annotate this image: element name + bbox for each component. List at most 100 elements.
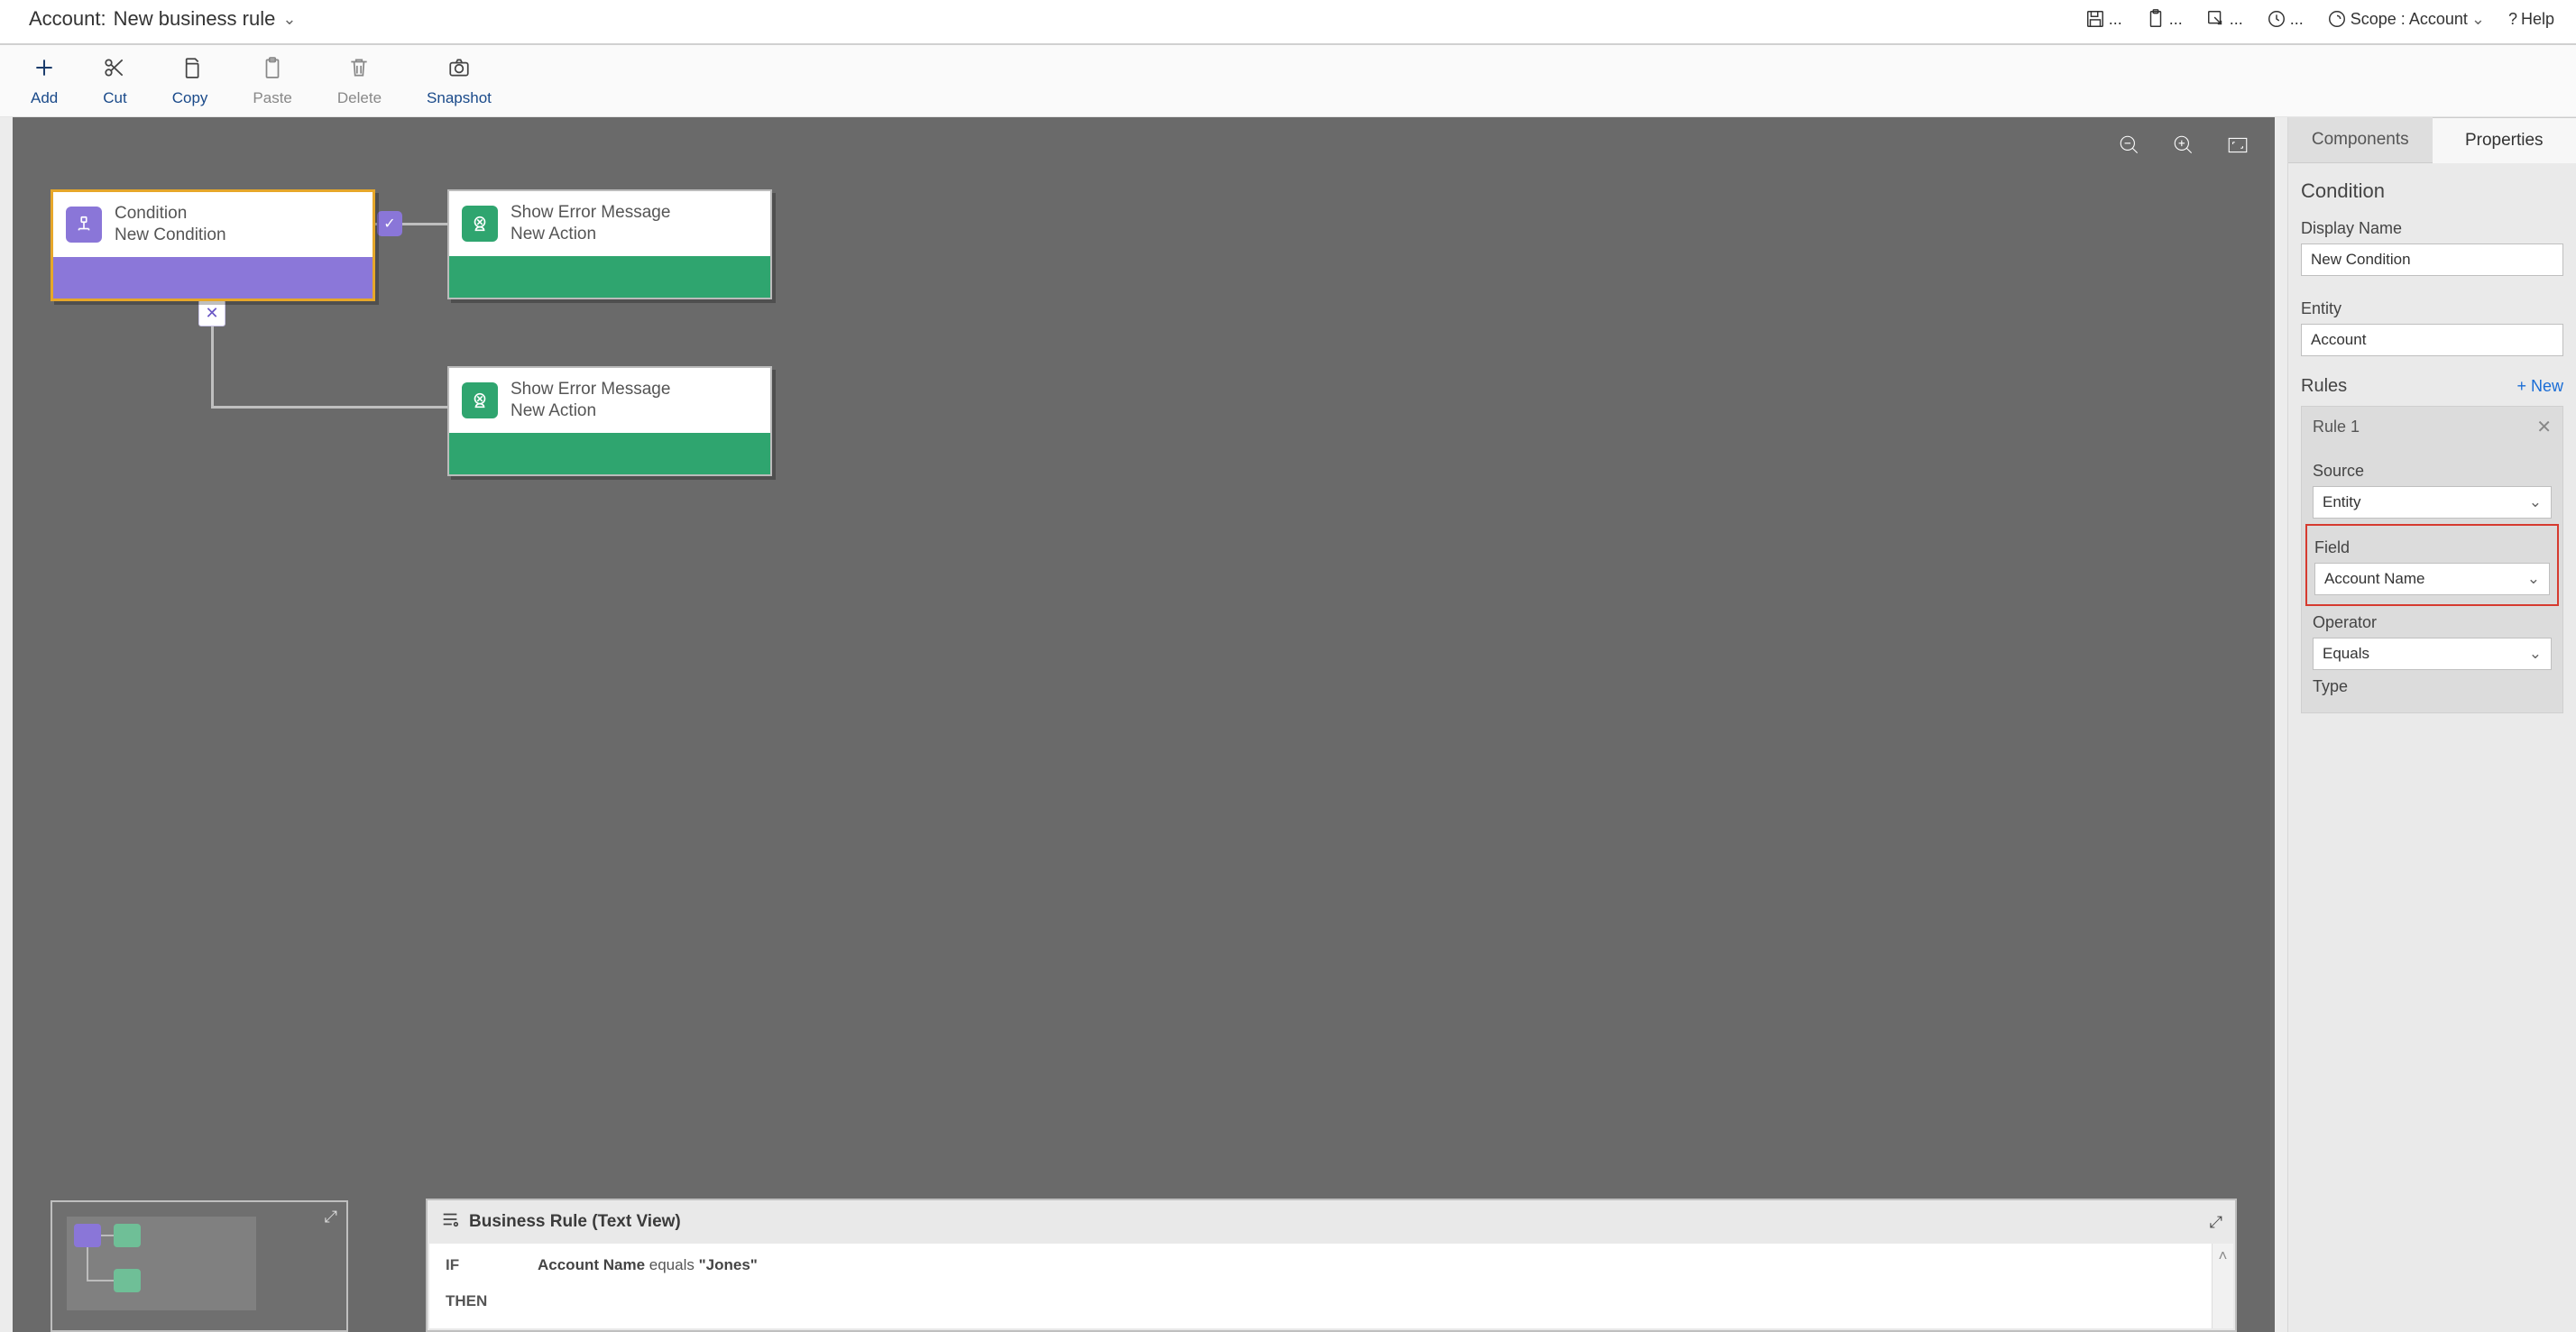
- node-title: Condition: [115, 203, 226, 225]
- expand-icon[interactable]: ⤢: [2210, 1213, 2222, 1232]
- paste-button[interactable]: Paste: [253, 56, 291, 107]
- title-name: New business rule: [114, 7, 276, 31]
- node-title: Show Error Message: [511, 379, 670, 400]
- fit-screen-icon[interactable]: [2226, 133, 2249, 161]
- node-subtitle: New Action: [511, 224, 670, 245]
- node-action-1[interactable]: Show Error Message New Action: [447, 189, 772, 299]
- display-name-input[interactable]: [2301, 243, 2563, 276]
- section-title: Condition: [2301, 179, 2563, 203]
- node-footer: [449, 256, 770, 298]
- connector-line: [211, 406, 473, 409]
- snapshot-button[interactable]: Snapshot: [427, 56, 492, 107]
- text-view-content: Account Name equals "Jones": [529, 1244, 2212, 1328]
- source-select[interactable]: Entity ⌄: [2313, 486, 2552, 519]
- close-icon[interactable]: ✕: [2536, 416, 2552, 438]
- zoom-in-icon[interactable]: [2172, 133, 2195, 161]
- canvas-controls: [2118, 133, 2249, 161]
- node-condition[interactable]: Condition New Condition: [51, 189, 375, 301]
- minimap-line: [87, 1247, 88, 1280]
- chevron-down-icon: ⌄: [2529, 645, 2542, 663]
- toolbar: Add Cut Copy Paste Delete Snapshot: [0, 45, 2576, 117]
- display-name-label: Display Name: [2301, 219, 2563, 238]
- title-bar-right: ... ... ... ... Scope : Account ⌄ ? Help: [2085, 9, 2554, 29]
- node-footer: [53, 257, 373, 299]
- entity-input[interactable]: [2301, 324, 2563, 356]
- then-label: THEN: [446, 1292, 520, 1310]
- text-view-header: Business Rule (Text View) ⤢: [428, 1200, 2235, 1244]
- scope-label: Scope :: [2351, 10, 2406, 29]
- help-button[interactable]: ? Help: [2508, 10, 2554, 29]
- field-select[interactable]: Account Name ⌄: [2314, 563, 2550, 595]
- title-entity: Account:: [29, 7, 106, 31]
- node-title: Show Error Message: [511, 202, 670, 224]
- scope-value[interactable]: Account ⌄: [2409, 10, 2485, 29]
- node-footer: [449, 433, 770, 474]
- rules-header: Rules + New: [2301, 376, 2563, 397]
- minimap-viewport[interactable]: [67, 1217, 256, 1310]
- text-view-icon: [440, 1209, 460, 1235]
- minimap-node: [114, 1269, 141, 1292]
- add-button[interactable]: Add: [31, 56, 58, 107]
- source-label: Source: [2313, 462, 2552, 481]
- side-tabs: Components Properties: [2288, 117, 2576, 163]
- text-view-title: Business Rule (Text View): [469, 1212, 681, 1232]
- saveas-icon[interactable]: ...: [2206, 9, 2243, 29]
- x-badge-icon[interactable]: ✕: [198, 299, 225, 326]
- node-subtitle: New Action: [511, 400, 670, 422]
- scrollbar[interactable]: ˄: [2212, 1244, 2233, 1328]
- zoom-out-icon[interactable]: [2118, 133, 2141, 161]
- help-label: Help: [2521, 10, 2554, 29]
- trash-icon: [347, 56, 371, 84]
- save-icon[interactable]: ...: [2085, 9, 2122, 29]
- tab-components[interactable]: Components: [2288, 117, 2433, 163]
- node-action-2[interactable]: Show Error Message New Action: [447, 366, 772, 476]
- validate-icon[interactable]: ...: [2146, 9, 2183, 29]
- minimap-line: [101, 1235, 114, 1236]
- rule-title[interactable]: Account: New business rule ⌄: [29, 7, 296, 31]
- rule-header[interactable]: Rule 1 ✕: [2302, 407, 2562, 447]
- side-panel: Components Properties Condition Display …: [2287, 117, 2576, 1332]
- rule-title: Rule 1: [2313, 418, 2360, 436]
- minimap-line: [87, 1280, 114, 1281]
- operator-select[interactable]: Equals ⌄: [2313, 638, 2552, 670]
- scissors-icon: [103, 56, 126, 84]
- paste-icon: [261, 56, 284, 84]
- activate-icon[interactable]: ...: [2267, 9, 2304, 29]
- minimap[interactable]: ⤢: [51, 1200, 348, 1332]
- check-badge-icon: ✓: [377, 211, 402, 236]
- error-icon: [462, 206, 498, 242]
- chevron-up-icon[interactable]: ˄: [2219, 1247, 2228, 1265]
- field-highlight: Field Account Name ⌄: [2305, 524, 2559, 606]
- chevron-down-icon: ⌄: [2529, 493, 2542, 511]
- type-label: Type: [2313, 677, 2552, 696]
- text-view-keywords: IF THEN: [429, 1244, 529, 1328]
- node-subtitle: New Condition: [115, 225, 226, 246]
- text-view-line: Account Name equals "Jones": [538, 1256, 2203, 1274]
- delete-button[interactable]: Delete: [337, 56, 382, 107]
- text-view-body: IF THEN Account Name equals "Jones" ˄: [429, 1244, 2233, 1328]
- main: ✓ ✕ Condition New Condition: [0, 117, 2576, 1332]
- text-view-panel: Business Rule (Text View) ⤢ IF THEN Acco…: [426, 1199, 2237, 1332]
- rule-block: Rule 1 ✕ Source Entity ⌄ Field Account N…: [2301, 406, 2563, 713]
- copy-button[interactable]: Copy: [172, 56, 208, 107]
- title-bar: Account: New business rule ⌄ ... ... ...…: [0, 0, 2576, 45]
- add-rule-button[interactable]: + New: [2516, 377, 2563, 396]
- error-icon: [462, 382, 498, 418]
- scope-selector[interactable]: Scope : Account ⌄: [2327, 9, 2485, 29]
- expand-icon[interactable]: ⤢: [325, 1208, 337, 1226]
- copy-icon: [179, 56, 202, 84]
- cut-button[interactable]: Cut: [103, 56, 126, 107]
- entity-label: Entity: [2301, 299, 2563, 318]
- field-label: Field: [2314, 538, 2550, 557]
- minimap-node: [114, 1224, 141, 1247]
- canvas-wrap: ✓ ✕ Condition New Condition: [0, 117, 2287, 1332]
- tab-properties[interactable]: Properties: [2433, 117, 2576, 163]
- operator-label: Operator: [2313, 613, 2552, 632]
- camera-icon: [447, 56, 471, 84]
- chevron-down-icon[interactable]: ⌄: [282, 10, 296, 29]
- properties-panel: Condition Display Name Entity Rules + Ne…: [2288, 163, 2576, 1332]
- designer-canvas[interactable]: ✓ ✕ Condition New Condition: [13, 117, 2275, 1332]
- condition-icon: [66, 207, 102, 243]
- if-label: IF: [446, 1256, 520, 1274]
- plus-icon: [32, 56, 56, 84]
